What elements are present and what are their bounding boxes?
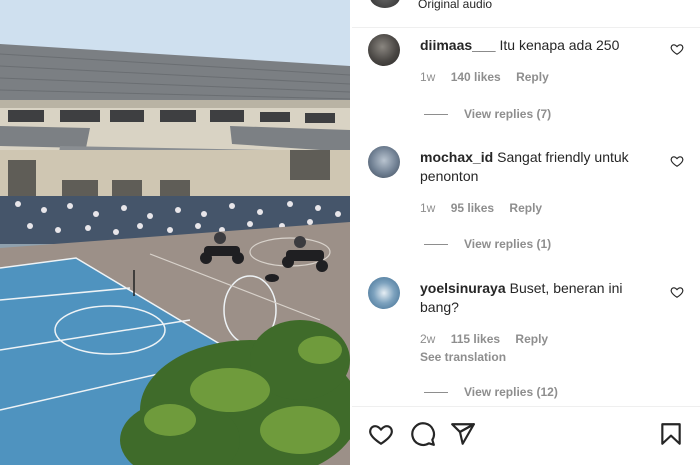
comment-meta: 2w 115 likes Reply	[420, 332, 560, 346]
comment-likes[interactable]: 115 likes	[451, 332, 500, 346]
comment-username[interactable]: mochax_id	[420, 149, 493, 165]
post-header: Original audio	[352, 0, 700, 28]
avatar[interactable]	[368, 277, 400, 309]
view-replies-label: View replies (12)	[464, 385, 558, 399]
author-avatar[interactable]	[370, 0, 400, 8]
small-heart-icon[interactable]	[670, 42, 684, 56]
video-frame-illustration	[0, 0, 350, 465]
post-video[interactable]	[0, 0, 350, 465]
comment-text-block: yoelsinuraya Buset, beneran ini bang?	[420, 279, 660, 317]
view-replies-label: View replies (1)	[464, 237, 552, 251]
divider-dash	[424, 244, 448, 246]
reply-button[interactable]: Reply	[509, 201, 542, 215]
comment-text-block: diimaas___ Itu kenapa ada 250	[420, 36, 660, 55]
comment-likes[interactable]: 95 likes	[451, 201, 494, 215]
comment-username[interactable]: yoelsinuraya	[420, 280, 506, 296]
comment-meta: 1w 95 likes Reply	[420, 201, 554, 215]
bookmark-icon[interactable]	[658, 421, 684, 447]
divider-dash	[424, 392, 448, 394]
view-replies-button[interactable]: View replies (12)	[424, 385, 558, 399]
reply-button[interactable]: Reply	[515, 332, 548, 346]
comments-panel: Original audio diimaas___ Itu kenapa ada …	[352, 0, 700, 465]
view-replies-button[interactable]: View replies (1)	[424, 237, 551, 251]
view-replies-button[interactable]: View replies (7)	[424, 107, 551, 121]
comment-body: Itu kenapa ada 250	[499, 37, 620, 53]
see-translation-link[interactable]: See translation	[420, 350, 506, 364]
reply-button[interactable]: Reply	[516, 70, 549, 84]
comment-bubble-icon[interactable]	[410, 421, 436, 447]
paper-plane-icon[interactable]	[450, 421, 476, 447]
comment-age: 2w	[420, 332, 436, 346]
comment-meta: 1w 140 likes Reply	[420, 70, 561, 84]
heart-icon[interactable]	[368, 421, 394, 447]
comment-likes[interactable]: 140 likes	[451, 70, 501, 84]
view-replies-label: View replies (7)	[464, 107, 552, 121]
avatar[interactable]	[368, 34, 400, 66]
comment-age: 1w	[420, 70, 436, 84]
post-action-bar	[352, 406, 700, 465]
comment-username[interactable]: diimaas___	[420, 37, 496, 53]
divider-dash	[424, 114, 448, 116]
small-heart-icon[interactable]	[670, 285, 684, 299]
small-heart-icon[interactable]	[670, 154, 684, 168]
avatar[interactable]	[368, 146, 400, 178]
audio-label[interactable]: Original audio	[418, 0, 492, 11]
comment-text-block: mochax_id Sangat friendly untuk penonton	[420, 148, 660, 186]
comment-age: 1w	[420, 201, 436, 215]
